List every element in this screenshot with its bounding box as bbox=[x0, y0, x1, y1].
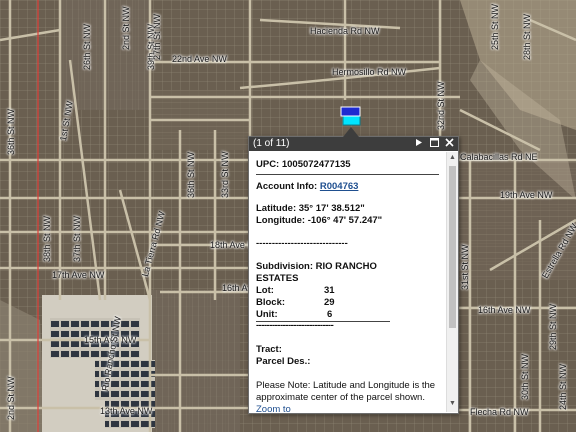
upc-text: UPC: 1005072477135 bbox=[256, 159, 351, 170]
scroll-up-icon[interactable]: ▲ bbox=[449, 154, 456, 162]
road-label: 26th St NW bbox=[82, 23, 92, 70]
road-label: 22nd Ave NW bbox=[172, 54, 227, 64]
next-feature-button[interactable] bbox=[413, 138, 424, 150]
road-label: 24th St NW bbox=[558, 363, 568, 410]
road-label: 27th St NW bbox=[152, 13, 162, 60]
lot-label: Lot: bbox=[256, 285, 274, 296]
popup-header: (1 of 11) bbox=[249, 137, 458, 151]
unit-value: 6 bbox=[327, 309, 333, 320]
divider bbox=[256, 174, 439, 175]
road-label: 17th Ave NW bbox=[52, 270, 105, 280]
road-label: 30th St NW bbox=[520, 353, 530, 400]
road-label: 2nd St NW bbox=[6, 376, 16, 420]
close-icon bbox=[445, 138, 454, 147]
scroll-down-icon[interactable]: ▼ bbox=[449, 400, 456, 408]
road-label: 33rd St NW bbox=[220, 151, 230, 198]
road-label: 19th Ave NW bbox=[500, 190, 553, 200]
road-label: Hermosillo Rd NW bbox=[332, 67, 407, 77]
longitude-text: Longitude: -106° 47' 57.247" bbox=[256, 215, 383, 226]
scroll-thumb[interactable] bbox=[449, 166, 456, 328]
road-label: Hacienda Rd NW bbox=[310, 26, 380, 36]
road-label: 38th St NW bbox=[42, 215, 52, 262]
zoom-to-link[interactable]: Zoom to bbox=[256, 404, 291, 412]
road-label: 13th Ave NW bbox=[100, 406, 153, 416]
play-icon bbox=[415, 139, 422, 146]
parcel-des-label: Parcel Des.: bbox=[256, 356, 311, 367]
block-value: 29 bbox=[324, 297, 335, 308]
road-label: 36th St NW bbox=[6, 108, 16, 155]
road-label: 36th St NW bbox=[186, 151, 196, 198]
parcel-info-popup: (1 of 11) UPC: 1005072477135 Account Inf… bbox=[248, 136, 459, 414]
road-label: Calabacillas Rd NE bbox=[460, 152, 538, 162]
road-label: Flecha Rd NW bbox=[470, 407, 529, 417]
popup-scrollbar[interactable]: ▲ ▼ bbox=[446, 152, 458, 412]
popup-count: (1 of 11) bbox=[253, 138, 290, 149]
unit-label: Unit: bbox=[256, 309, 278, 320]
popup-body: UPC: 1005072477135 Account Info: R004763… bbox=[249, 152, 446, 412]
account-label: Account Info: bbox=[256, 181, 318, 192]
note-text: Please Note: Latitude and Longitude is t… bbox=[256, 380, 436, 403]
road-label: 2nd St NW bbox=[121, 6, 131, 50]
dash-separator: ----------------------------- bbox=[256, 320, 334, 331]
road-label: 37th St NW bbox=[72, 215, 82, 262]
block-label: Block: bbox=[256, 297, 286, 308]
account-link[interactable]: R004763 bbox=[320, 181, 359, 192]
account-row: Account Info: R004763 bbox=[256, 181, 358, 192]
road-label: 31st St NW bbox=[460, 244, 470, 290]
popup-pointer bbox=[343, 127, 359, 137]
subdivision-value-2: ESTATES bbox=[256, 273, 299, 284]
road-label: 25th St NW bbox=[490, 3, 500, 50]
maximize-icon bbox=[430, 138, 439, 147]
dash-separator: ----------------------------- bbox=[256, 238, 348, 249]
road-label: 32nd St NW bbox=[436, 81, 446, 130]
subdivision-row: Subdivision: RIO RANCHO bbox=[256, 261, 377, 272]
road-label: 28th St NW bbox=[522, 13, 532, 60]
lot-value: 31 bbox=[324, 285, 335, 296]
subdivision-value: RIO RANCHO bbox=[315, 261, 377, 272]
latitude-text: Latitude: 35° 17' 38.512" bbox=[256, 203, 365, 214]
maximize-button[interactable] bbox=[429, 138, 440, 150]
road-label: 16th Ave NW bbox=[478, 305, 531, 315]
road-label: 29th St NW bbox=[548, 303, 558, 350]
subdivision-label: Subdivision: bbox=[256, 261, 313, 272]
close-button[interactable] bbox=[444, 138, 455, 150]
tract-label: Tract: bbox=[256, 344, 282, 355]
